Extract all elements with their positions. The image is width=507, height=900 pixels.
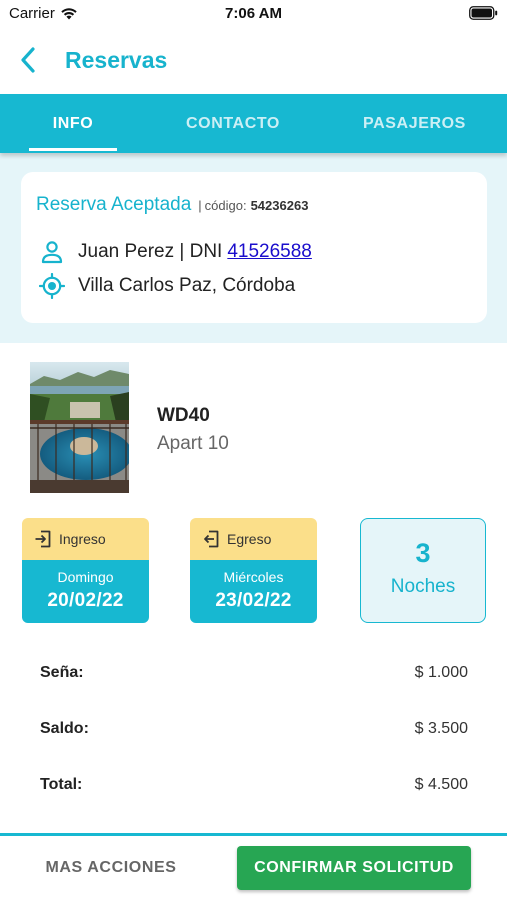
checkin-label: Ingreso (59, 531, 106, 547)
payment-label: Saldo: (40, 720, 89, 737)
checkout-label: Egreso (227, 531, 272, 547)
checkout-header: Egreso (190, 518, 317, 560)
bottom-action-bar: MAS ACCIONES CONFIRMAR SOLICITUD (0, 836, 507, 900)
payment-label: Total: (40, 776, 83, 793)
nights-label: Noches (390, 576, 456, 597)
payment-row-total: Total: $ 4.500 (40, 776, 468, 794)
location-row: Villa Carlos Paz, Córdoba (39, 273, 295, 299)
location-text: Villa Carlos Paz, Córdoba (78, 275, 296, 296)
location-target-icon (39, 273, 65, 299)
checkin-box: Ingreso Domingo 20/02/22 (22, 518, 149, 623)
confirm-request-button[interactable]: CONFIRMAR SOLICITUD (237, 846, 471, 890)
checkin-date: 20/02/22 (47, 590, 124, 611)
status-bar: Carrier 7:06 AM (0, 0, 507, 28)
payment-value: $ 3.500 (414, 720, 468, 737)
checkin-body: Domingo 20/02/22 (22, 560, 149, 623)
more-actions-button[interactable]: MAS ACCIONES (30, 850, 192, 886)
guest-name: Juan Perez | DNI (78, 241, 223, 262)
checkin-header: Ingreso (22, 518, 149, 560)
nights-count: 3 (415, 538, 431, 568)
reservation-status: Reserva Aceptada (36, 194, 192, 215)
nights-box: 3 Noches (360, 518, 486, 623)
reservation-status-line: Reserva Aceptada | código: 54236263 (36, 194, 308, 216)
clock: 7:06 AM (225, 5, 282, 22)
payment-row-sena: Seña: $ 1.000 (40, 664, 468, 682)
reservation-detail-screen: Carrier 7:06 AM Reservas INFO CONTACTO P… (0, 0, 507, 900)
property-photo (30, 362, 129, 493)
property-name: Apart 10 (157, 433, 229, 454)
payment-value: $ 4.500 (414, 776, 468, 793)
reservation-summary-section: Reserva Aceptada | código: 54236263 Juan… (0, 153, 507, 343)
property-code: WD40 (157, 405, 210, 426)
login-icon (35, 530, 51, 548)
active-tab-indicator (29, 148, 117, 151)
battery-icon (469, 6, 498, 20)
chevron-left-icon (21, 47, 35, 73)
payment-label: Seña: (40, 664, 84, 681)
tab-info[interactable]: INFO (29, 94, 117, 153)
person-icon (39, 239, 65, 265)
back-button[interactable] (14, 44, 42, 76)
logout-icon (204, 530, 219, 548)
page-title: Reservas (65, 47, 168, 73)
payment-row-saldo: Saldo: $ 3.500 (40, 720, 468, 738)
payment-value: $ 1.000 (414, 664, 468, 681)
tab-bar: INFO CONTACTO PASAJEROS (0, 94, 507, 153)
checkout-date: 23/02/22 (215, 590, 292, 611)
checkout-box: Egreso Miércoles 23/02/22 (190, 518, 317, 623)
reservation-summary-card: Reserva Aceptada | código: 54236263 Juan… (21, 172, 487, 323)
dni-link[interactable]: 41526588 (227, 241, 312, 263)
guest-row: Juan Perez | DNI 41526588 (39, 239, 312, 265)
code-separator: | (198, 198, 202, 213)
checkin-day: Domingo (57, 569, 114, 585)
code-label: código: (204, 198, 247, 213)
checkout-day: Miércoles (223, 569, 284, 585)
app-header: Reservas (0, 28, 507, 94)
reservation-code: 54236263 (250, 198, 309, 213)
checkout-body: Miércoles 23/02/22 (190, 560, 317, 623)
tab-contacto[interactable]: CONTACTO (175, 94, 291, 153)
tab-pasajeros[interactable]: PASAJEROS (352, 94, 477, 153)
